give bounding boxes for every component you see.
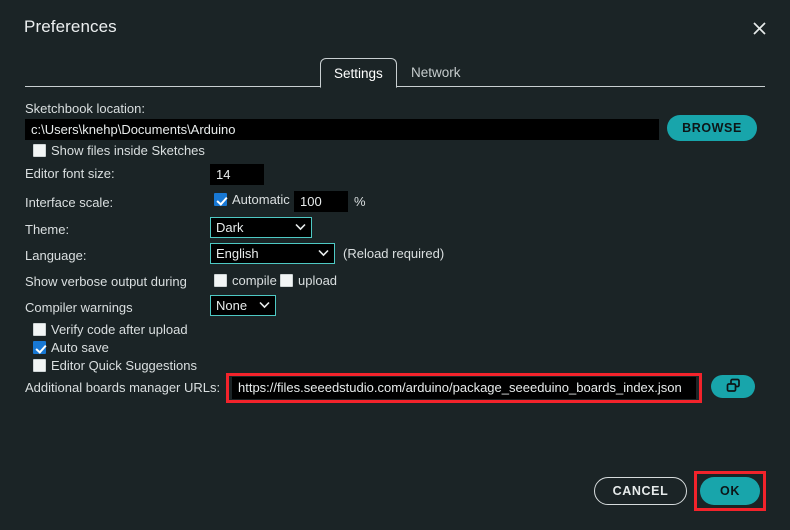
- additional-urls-label-row: Additional boards manager URLs:: [25, 380, 220, 395]
- theme-label: Theme:: [25, 222, 70, 237]
- show-files-inside-sketches-row: Show files inside Sketches: [33, 143, 205, 158]
- verbose-output-label: Show verbose output during: [25, 274, 187, 289]
- ok-button-label: OK: [720, 484, 740, 498]
- tab-network-label: Network: [411, 65, 461, 80]
- close-icon[interactable]: [749, 18, 769, 38]
- dialog-titlebar: Preferences: [0, 0, 790, 52]
- language-reload-note: (Reload required): [343, 246, 445, 261]
- sketchbook-location-label-row: Sketchbook location:: [25, 101, 145, 116]
- theme-select[interactable]: Dark: [210, 217, 312, 238]
- interface-scale-label-row: Interface scale:: [25, 195, 113, 210]
- theme-select-wrap: Dark: [210, 217, 312, 238]
- language-label-row: Language:: [25, 248, 86, 263]
- language-select-wrap: English: [210, 243, 335, 264]
- tab-bar: Settings Network: [0, 58, 790, 88]
- interface-scale-value-row: %: [294, 191, 366, 212]
- auto-save-label[interactable]: Auto save: [51, 340, 109, 355]
- compiler-warnings-select-row: None: [210, 295, 276, 316]
- language-select-row: English (Reload required): [210, 243, 444, 264]
- compiler-warnings-label-row: Compiler warnings: [25, 300, 133, 315]
- dialog-footer: CANCEL OK: [0, 472, 790, 512]
- interface-scale-automatic-label[interactable]: Automatic: [232, 192, 290, 207]
- auto-save-checkbox[interactable]: [33, 341, 46, 354]
- interface-scale-input[interactable]: [294, 191, 348, 212]
- additional-urls-expand-row: [711, 375, 755, 398]
- compiler-warnings-select[interactable]: None: [210, 295, 276, 316]
- editor-quick-suggestions-checkbox[interactable]: [33, 359, 46, 372]
- show-files-inside-sketches-label[interactable]: Show files inside Sketches: [51, 143, 205, 158]
- tab-settings-label: Settings: [334, 65, 383, 81]
- interface-scale-automatic-row: Automatic: [214, 192, 290, 207]
- ok-button[interactable]: OK: [700, 477, 760, 505]
- theme-label-row: Theme:: [25, 222, 69, 237]
- show-files-inside-sketches-checkbox[interactable]: [33, 144, 46, 157]
- verify-code-after-upload-label[interactable]: Verify code after upload: [51, 322, 188, 337]
- page-title: Preferences: [24, 17, 117, 36]
- language-label: Language:: [25, 248, 87, 263]
- interface-scale-label: Interface scale:: [25, 195, 114, 210]
- open-window-icon: [725, 377, 742, 397]
- open-window-button[interactable]: [711, 375, 755, 398]
- theme-select-row: Dark: [210, 217, 312, 238]
- editor-font-size-label-row: Editor font size:: [25, 166, 115, 181]
- verbose-compile-row: compile: [214, 273, 277, 288]
- preferences-dialog: Preferences Settings Network Sketchbook …: [0, 0, 790, 530]
- interface-scale-automatic-checkbox[interactable]: [214, 193, 227, 206]
- verbose-upload-checkbox[interactable]: [280, 274, 293, 287]
- editor-quick-suggestions-row: Editor Quick Suggestions: [33, 358, 197, 373]
- sketchbook-location-label: Sketchbook location:: [25, 101, 145, 116]
- verbose-output-label-row: Show verbose output during: [25, 274, 187, 289]
- cancel-button[interactable]: CANCEL: [594, 477, 687, 505]
- verbose-compile-label[interactable]: compile: [232, 273, 277, 288]
- interface-scale-unit: %: [354, 194, 366, 209]
- additional-urls-label: Additional boards manager URLs:: [25, 380, 221, 395]
- tab-settings[interactable]: Settings: [320, 58, 397, 88]
- cancel-button-label: CANCEL: [612, 484, 669, 498]
- browse-button[interactable]: BROWSE: [667, 115, 757, 141]
- editor-quick-suggestions-label[interactable]: Editor Quick Suggestions: [51, 358, 197, 373]
- additional-urls-input[interactable]: [232, 377, 696, 399]
- verbose-upload-label[interactable]: upload: [298, 273, 337, 288]
- compiler-warnings-label: Compiler warnings: [25, 300, 133, 315]
- editor-font-size-label: Editor font size:: [25, 166, 115, 181]
- editor-font-size-input[interactable]: [210, 164, 264, 185]
- verbose-upload-row: upload: [280, 273, 337, 288]
- verify-code-after-upload-row: Verify code after upload: [33, 322, 188, 337]
- editor-font-size-field-row: [210, 164, 264, 185]
- auto-save-row: Auto save: [33, 340, 109, 355]
- verbose-compile-checkbox[interactable]: [214, 274, 227, 287]
- sketchbook-location-row: [25, 119, 659, 140]
- language-select[interactable]: English: [210, 243, 335, 264]
- verify-code-after-upload-checkbox[interactable]: [33, 323, 46, 336]
- browse-button-row: BROWSE: [667, 115, 757, 141]
- sketchbook-location-input[interactable]: [25, 119, 659, 140]
- additional-urls-field-row: [232, 377, 696, 399]
- compiler-warnings-select-wrap: None: [210, 295, 276, 316]
- tab-network[interactable]: Network: [398, 58, 474, 87]
- browse-button-label: BROWSE: [682, 121, 742, 135]
